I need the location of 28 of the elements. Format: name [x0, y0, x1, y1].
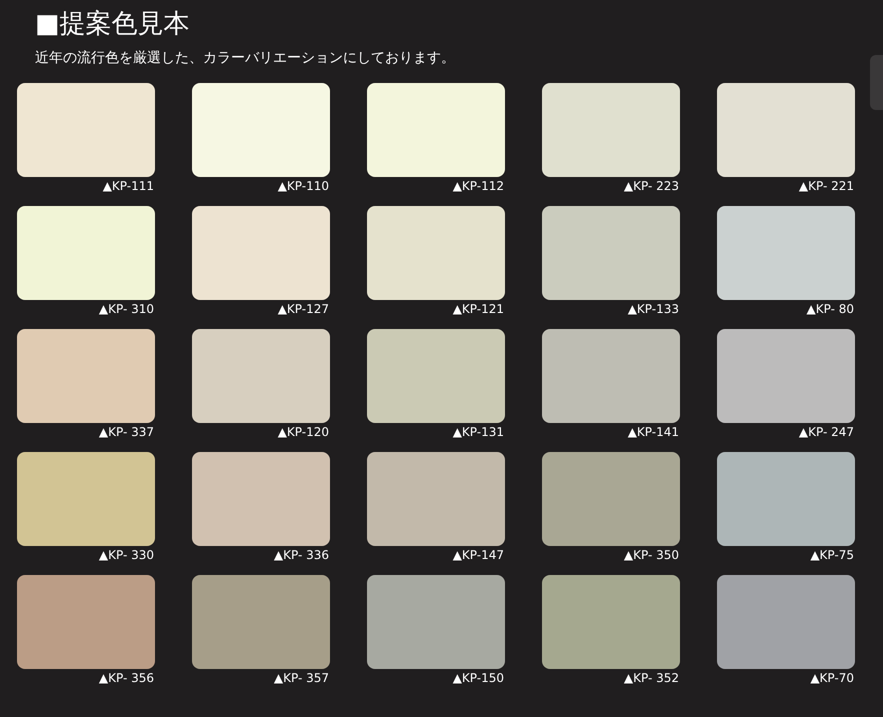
color-code-label: ▲KP- 350	[624, 547, 680, 564]
color-code-label: ▲KP- 80	[806, 301, 855, 318]
color-code-label: ▲KP-147	[452, 547, 505, 564]
color-code-label: ▲KP-112	[452, 178, 505, 195]
color-code-label: ▲KP- 221	[798, 178, 855, 195]
color-code-label: ▲KP-120	[278, 424, 330, 441]
color-code-label: ▲KP-131	[452, 424, 505, 441]
color-code-label: ▲KP- 247	[798, 424, 855, 441]
color-code-label: ▲KP-141	[628, 424, 680, 441]
color-code-label: ▲KP-111	[102, 178, 155, 195]
color-code-label: ▲KP-70	[810, 670, 855, 687]
description-text: 近年の流行色を厳選した、カラーバリエーションにしております。	[35, 49, 455, 68]
color-code-label: ▲KP- 330	[98, 547, 155, 564]
color-code-label: ▲KP-150	[452, 670, 505, 687]
color-code-label: ▲KP- 337	[98, 424, 155, 441]
color-code-label: ▲KP-110	[278, 178, 330, 195]
color-code-label: ▲KP- 352	[624, 670, 680, 687]
color-code-label: ▲KP- 223	[624, 178, 680, 195]
color-code-label: ▲KP- 310	[98, 301, 155, 318]
color-code-label: ▲KP-133	[628, 301, 680, 318]
color-code-label: ▲KP-75	[810, 547, 855, 564]
page-title: ■提案色見本	[35, 8, 190, 40]
color-code-label: ▲KP-127	[278, 301, 330, 318]
color-code-label: ▲KP- 336	[274, 547, 330, 564]
color-code-label: ▲KP-121	[452, 301, 505, 318]
color-code-label: ▲KP- 356	[98, 670, 155, 687]
scrollbar-thumb[interactable]	[870, 55, 883, 110]
color-code-label: ▲KP- 357	[274, 670, 330, 687]
